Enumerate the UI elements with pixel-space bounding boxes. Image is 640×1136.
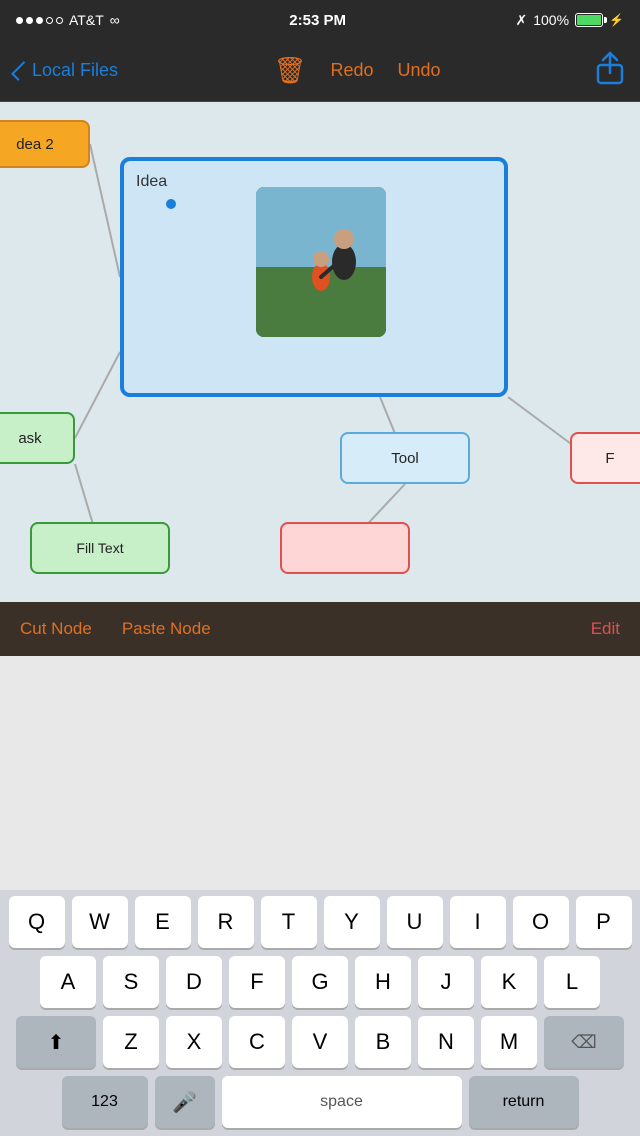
- key-h[interactable]: H: [355, 956, 411, 1008]
- key-t[interactable]: T: [261, 896, 317, 948]
- node-red-empty[interactable]: [280, 522, 410, 574]
- back-button[interactable]: Local Files: [16, 60, 118, 81]
- key-c[interactable]: C: [229, 1016, 285, 1068]
- node-filltext[interactable]: Fill Text: [30, 522, 170, 574]
- space-key[interactable]: space: [222, 1076, 462, 1128]
- redo-button[interactable]: Redo: [331, 60, 374, 81]
- node-photo: [256, 187, 386, 337]
- nav-bar: Local Files 🗑 Redo Undo: [0, 40, 640, 102]
- shift-key[interactable]: ⬆: [16, 1016, 96, 1068]
- key-y[interactable]: Y: [324, 896, 380, 948]
- shift-icon: ⬆: [48, 1030, 65, 1055]
- node-tool-label: Tool: [391, 450, 419, 467]
- keyboard: Q W E R T Y U I O P A S D F G H J K L ⬆ …: [0, 890, 640, 1136]
- key-u[interactable]: U: [387, 896, 443, 948]
- key-j[interactable]: J: [418, 956, 474, 1008]
- paste-node-button[interactable]: Paste Node: [122, 619, 211, 639]
- backspace-icon: ⌫: [571, 1032, 596, 1053]
- backspace-key[interactable]: ⌫: [544, 1016, 624, 1068]
- node-task-label: ask: [18, 430, 41, 447]
- keyboard-row-2: A S D F G H J K L: [0, 956, 640, 1008]
- context-bar: Cut Node Paste Node Edit: [0, 602, 640, 656]
- key-p[interactable]: P: [576, 896, 632, 948]
- key-n[interactable]: N: [418, 1016, 474, 1068]
- canvas-area[interactable]: dea 2 Idea: [0, 102, 640, 602]
- bluetooth-icon: ✗: [516, 12, 528, 29]
- time-display: 2:53 PM: [289, 12, 346, 29]
- back-label: Local Files: [32, 60, 118, 81]
- key-b[interactable]: B: [355, 1016, 411, 1068]
- signal-dot-3: [36, 17, 43, 24]
- nav-center: 🗑 Redo Undo: [273, 55, 440, 86]
- status-bar: AT&T ∞ 2:53 PM ✗ 100% ⚡: [0, 0, 640, 40]
- edit-button[interactable]: Edit: [591, 619, 620, 639]
- node-idea-label: Idea: [136, 173, 167, 191]
- key-g[interactable]: G: [292, 956, 348, 1008]
- key-m[interactable]: M: [481, 1016, 537, 1068]
- key-r[interactable]: R: [198, 896, 254, 948]
- key-i[interactable]: I: [450, 896, 506, 948]
- battery-percent: 100%: [533, 12, 569, 28]
- node-f-label: F: [605, 450, 614, 467]
- charging-icon: ⚡: [609, 13, 624, 27]
- mic-icon: 🎤: [172, 1090, 197, 1115]
- signal-dot-2: [26, 17, 33, 24]
- cursor-dot: [166, 199, 176, 209]
- keyboard-row-3: ⬆ Z X C V B N M ⌫: [0, 1016, 640, 1068]
- key-s[interactable]: S: [103, 956, 159, 1008]
- node-main[interactable]: Idea: [120, 157, 508, 397]
- mic-key[interactable]: 🎤: [155, 1076, 215, 1128]
- numbers-key[interactable]: 123: [62, 1076, 148, 1128]
- keyboard-row-1: Q W E R T Y U I O P: [0, 896, 640, 948]
- node-filltext-label: Fill Text: [76, 540, 123, 556]
- carrier-label: AT&T: [69, 12, 104, 28]
- cut-node-button[interactable]: Cut Node: [20, 619, 92, 639]
- keyboard-row-bottom: 123 🎤 space return: [0, 1076, 640, 1128]
- wifi-icon: ∞: [110, 12, 120, 28]
- signal-dot-5: [56, 17, 63, 24]
- key-k[interactable]: K: [481, 956, 537, 1008]
- chevron-left-icon: [11, 61, 31, 81]
- key-z[interactable]: Z: [103, 1016, 159, 1068]
- key-q[interactable]: Q: [9, 896, 65, 948]
- battery-box: [575, 13, 603, 27]
- trash-icon[interactable]: 🗑: [273, 55, 306, 86]
- node-f[interactable]: F: [570, 432, 640, 484]
- share-button[interactable]: [596, 51, 624, 91]
- signal-dot-1: [16, 17, 23, 24]
- status-left: AT&T ∞: [16, 12, 120, 28]
- battery-icon: [575, 13, 603, 27]
- key-x[interactable]: X: [166, 1016, 222, 1068]
- key-v[interactable]: V: [292, 1016, 348, 1068]
- key-d[interactable]: D: [166, 956, 222, 1008]
- status-right: ✗ 100% ⚡: [516, 12, 625, 29]
- signal-dots: [16, 17, 63, 24]
- key-o[interactable]: O: [513, 896, 569, 948]
- key-a[interactable]: A: [40, 956, 96, 1008]
- key-l[interactable]: L: [544, 956, 600, 1008]
- signal-dot-4: [46, 17, 53, 24]
- battery-fill: [577, 15, 601, 25]
- key-e[interactable]: E: [135, 896, 191, 948]
- key-w[interactable]: W: [72, 896, 128, 948]
- undo-button[interactable]: Undo: [398, 60, 441, 81]
- node-idea2[interactable]: dea 2: [0, 120, 90, 168]
- node-task[interactable]: ask: [0, 412, 75, 464]
- return-key[interactable]: return: [469, 1076, 579, 1128]
- node-idea2-label: dea 2: [16, 136, 54, 153]
- key-f[interactable]: F: [229, 956, 285, 1008]
- photo-content: [256, 187, 386, 337]
- node-tool[interactable]: Tool: [340, 432, 470, 484]
